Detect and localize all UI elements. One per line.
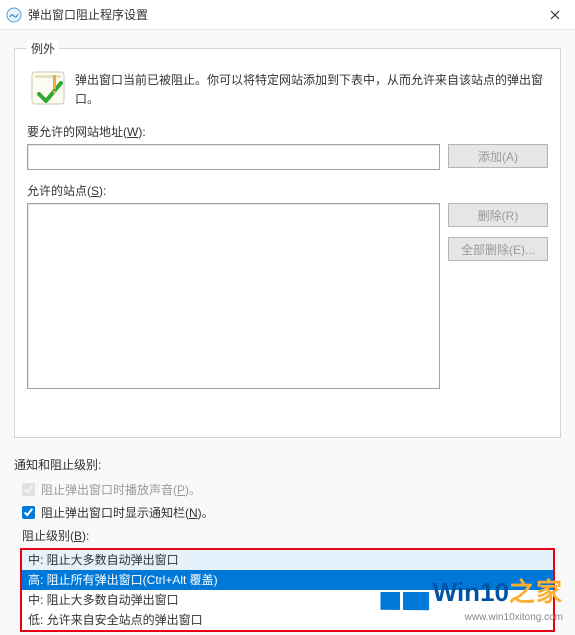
show-bar-checkbox[interactable] [22, 506, 35, 519]
exceptions-description: 弹出窗口当前已被阻止。你可以将特定网站添加到下表中，从而允许来自该站点的弹出窗口… [75, 71, 544, 109]
show-bar-row: 阻止弹出窗口时显示通知栏(N)。 [22, 504, 561, 521]
close-icon [550, 10, 560, 20]
play-sound-label: 阻止弹出窗口时播放声音(P)。 [41, 481, 201, 498]
dropdown-option[interactable]: 中: 阻止大多数自动弹出窗口 [22, 550, 553, 570]
block-level-label: 阻止级别(B): [22, 527, 561, 544]
exceptions-legend: 例外 [27, 40, 59, 57]
notify-group: 通知和阻止级别: 阻止弹出窗口时播放声音(P)。 阻止弹出窗口时显示通知栏(N)… [14, 450, 561, 632]
close-button[interactable] [535, 0, 575, 30]
block-level-dropdown-wrap: 中: 阻止大多数自动弹出窗口 高: 阻止所有弹出窗口(Ctrl+Alt 覆盖) … [20, 548, 555, 632]
remove-all-button[interactable]: 全部删除(E)... [448, 237, 548, 261]
content-pane: 例外 弹出窗口当前已被阻止。你可以将特定网站添加到下表中，从而允许来自该站点的弹… [0, 30, 575, 635]
allow-address-label: 要允许的网站地址(W): [27, 123, 548, 140]
allowed-sites-buttons: 删除(R) 全部删除(E)... [448, 203, 548, 389]
dropdown-option[interactable]: 高: 阻止所有弹出窗口(Ctrl+Alt 覆盖) [22, 570, 553, 590]
add-button[interactable]: 添加(A) [448, 144, 548, 168]
dropdown-option[interactable]: 低: 允许来自安全站点的弹出窗口 [22, 610, 553, 630]
allow-address-row: 添加(A) [27, 144, 548, 170]
titlebar: 弹出窗口阻止程序设置 [0, 0, 575, 30]
show-bar-label: 阻止弹出窗口时显示通知栏(N)。 [41, 504, 214, 521]
exceptions-intro: 弹出窗口当前已被阻止。你可以将特定网站添加到下表中，从而允许来自该站点的弹出窗口… [27, 65, 548, 119]
dropdown-option[interactable]: 中: 阻止大多数自动弹出窗口 [22, 590, 553, 610]
exceptions-group: 例外 弹出窗口当前已被阻止。你可以将特定网站添加到下表中，从而允许来自该站点的弹… [14, 40, 561, 438]
app-icon [6, 7, 22, 23]
allow-icon [31, 71, 65, 105]
allow-address-input[interactable] [27, 144, 440, 170]
allowed-sites-label: 允许的站点(S): [27, 182, 548, 199]
play-sound-row: 阻止弹出窗口时播放声音(P)。 [22, 481, 561, 498]
window-title: 弹出窗口阻止程序设置 [28, 6, 535, 23]
remove-button[interactable]: 删除(R) [448, 203, 548, 227]
play-sound-checkbox[interactable] [22, 483, 35, 496]
allowed-sites-row: 删除(R) 全部删除(E)... [27, 203, 548, 389]
allowed-sites-list[interactable] [27, 203, 440, 389]
notify-title: 通知和阻止级别: [14, 456, 561, 473]
block-level-dropdown[interactable]: 中: 阻止大多数自动弹出窗口 高: 阻止所有弹出窗口(Ctrl+Alt 覆盖) … [20, 548, 555, 632]
